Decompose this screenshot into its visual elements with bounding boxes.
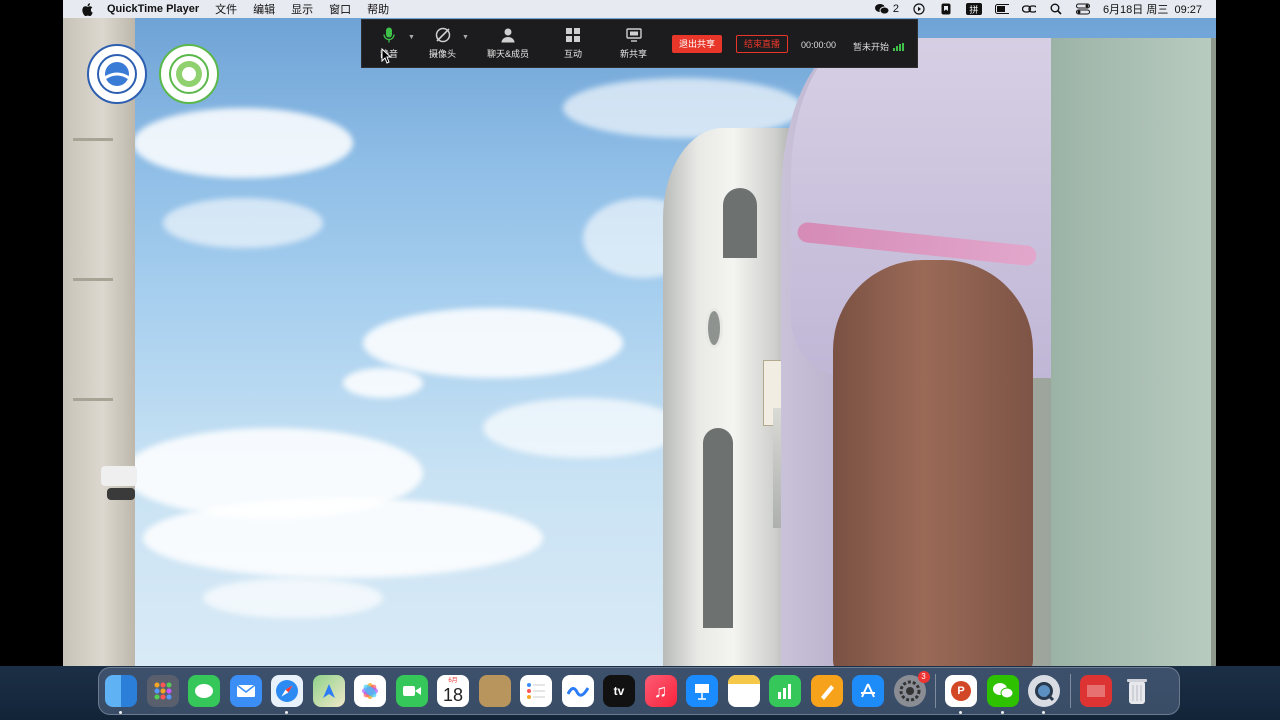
cloud	[203, 578, 383, 618]
settings-badge: 3	[917, 671, 930, 683]
keynote-icon[interactable]	[686, 675, 718, 707]
camera-off-icon	[434, 26, 452, 44]
menu-datetime[interactable]: 6月18日 周三 09:27	[1103, 1, 1202, 17]
shared-screen-video	[63, 18, 1216, 666]
menu-edit[interactable]: 编辑	[253, 1, 275, 17]
new-share-button[interactable]: 新共享	[620, 26, 647, 60]
apple-tv-label: tv	[613, 684, 625, 698]
screen-share-icon	[625, 26, 643, 44]
input-method-icon[interactable]: 拼	[965, 3, 982, 15]
battery-icon[interactable]	[994, 3, 1009, 15]
left-building	[63, 18, 137, 666]
microphone-icon	[380, 26, 398, 44]
launchpad-icon[interactable]	[146, 675, 179, 707]
calendar-icon[interactable]: 6月 18	[437, 675, 469, 707]
mail-icon[interactable]	[229, 675, 262, 707]
menu-window[interactable]: 窗口	[329, 1, 351, 17]
cloud	[363, 308, 623, 378]
cloud	[163, 198, 323, 248]
messages-icon[interactable]	[188, 675, 220, 707]
school-logo-green	[159, 44, 219, 104]
notes-icon[interactable]	[727, 675, 760, 707]
live-status-text: 暂未开始	[853, 42, 890, 52]
mouse-cursor-icon	[381, 48, 391, 64]
quicktime-icon[interactable]	[1028, 675, 1060, 714]
cloud	[143, 498, 543, 578]
new-share-label: 新共享	[620, 49, 648, 59]
signal-strength-icon	[893, 42, 905, 51]
apple-tv-icon[interactable]: tv	[603, 675, 635, 707]
photos-icon[interactable]	[354, 675, 386, 707]
pages-icon[interactable]	[810, 675, 843, 707]
chat-members-button[interactable]: 聊天&成员	[487, 26, 529, 60]
app-store-icon[interactable]	[852, 675, 884, 707]
control-center-icon[interactable]	[1075, 3, 1090, 15]
person-icon	[499, 26, 517, 44]
end-live-button[interactable]: 结束直播	[736, 35, 789, 53]
finder-icon[interactable]	[105, 675, 137, 714]
freeform-icon[interactable]	[561, 675, 594, 707]
person-foreground	[781, 38, 1216, 666]
interact-label: 互动	[564, 49, 583, 59]
presentation-window-icon[interactable]	[1079, 675, 1112, 707]
chat-members-label: 聊天&成员	[487, 49, 530, 59]
trash-icon[interactable]	[1121, 675, 1153, 707]
wechat-status-item[interactable]: 2	[874, 3, 899, 15]
cloud	[343, 368, 423, 398]
grid-icon	[564, 26, 582, 44]
cloud	[483, 398, 683, 458]
wechat-icon[interactable]	[986, 675, 1019, 714]
school-logo-blue	[87, 44, 147, 104]
camera-label: 摄像头	[429, 49, 457, 59]
meeting-toolbar: 静音 ▼ 摄像头 ▼ 聊天&成员 互动 新共享 退出共享 结束直播 00:00:…	[361, 19, 918, 68]
exit-share-button[interactable]: 退出共享	[672, 35, 723, 53]
security-camera	[101, 466, 137, 486]
calendar-day: 18	[442, 684, 464, 705]
chevron-down-icon[interactable]: ▼	[462, 34, 469, 41]
play-circle-icon[interactable]	[912, 3, 926, 15]
wechat-icon	[874, 4, 889, 15]
music-icon[interactable]: ♫	[644, 675, 677, 707]
facetime-icon[interactable]	[395, 675, 428, 707]
notebook-icon[interactable]	[478, 675, 511, 707]
dock-separator	[935, 674, 936, 708]
apple-menu-icon[interactable]	[79, 1, 95, 17]
chevron-down-icon[interactable]: ▼	[408, 34, 415, 41]
menu-view[interactable]: 显示	[291, 1, 313, 17]
menu-file[interactable]: 文件	[215, 1, 237, 17]
calendar-month: 6月	[448, 677, 458, 684]
cloud	[133, 108, 353, 178]
dock: 6月 18 tv ♫ 3 P	[98, 667, 1180, 715]
status-count: 2	[892, 3, 899, 15]
system-settings-icon[interactable]: 3	[893, 671, 930, 707]
camera-button[interactable]: 摄像头	[429, 26, 456, 60]
dock-separator	[1069, 674, 1071, 708]
maps-icon[interactable]	[312, 675, 345, 707]
numbers-icon[interactable]	[769, 675, 801, 707]
menu-help[interactable]: 帮助	[367, 1, 389, 17]
reminders-icon[interactable]	[520, 675, 552, 707]
powerpoint-icon[interactable]: P	[945, 675, 977, 714]
search-icon[interactable]	[1049, 3, 1063, 15]
live-timer: 00:00:00	[801, 40, 837, 50]
live-status: 暂未开始	[853, 40, 905, 53]
interact-button[interactable]: 互动	[564, 26, 582, 60]
link-icon[interactable]	[1021, 3, 1036, 15]
safari-icon[interactable]	[271, 675, 303, 714]
menu-app-name[interactable]: QuickTime Player	[107, 3, 199, 15]
menu-bar: QuickTime Player 文件 编辑 显示 窗口 帮助 2 拼 6月18…	[63, 0, 1216, 18]
bookmark-icon[interactable]	[939, 3, 953, 15]
